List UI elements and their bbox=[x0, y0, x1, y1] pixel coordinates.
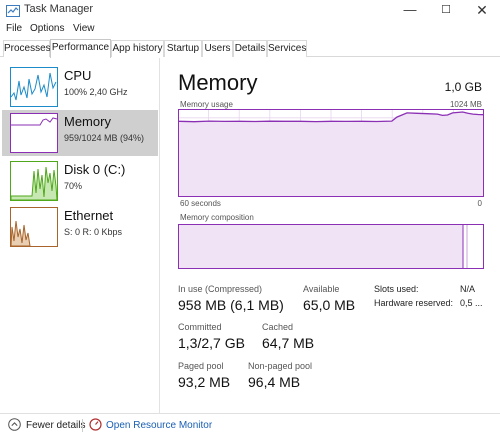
menu-bar: File Options View bbox=[0, 22, 500, 39]
sidebar-item-cpu[interactable]: CPU 100% 2,40 GHz bbox=[2, 64, 158, 110]
sidebar-sub-ethernet: S: 0 R: 0 Kbps bbox=[64, 227, 123, 237]
window-title: Task Manager bbox=[24, 3, 94, 15]
open-resource-monitor-link[interactable]: Open Resource Monitor bbox=[106, 420, 212, 431]
footer-bar: Fewer details Open Resource Monitor bbox=[0, 413, 500, 444]
memory-composition-bar bbox=[178, 224, 484, 269]
tab-processes[interactable]: Processes bbox=[3, 40, 51, 57]
minimize-button[interactable]: — bbox=[392, 0, 428, 22]
cpu-thumbnail-graph bbox=[10, 67, 58, 107]
maximize-button[interactable]: ☐ bbox=[428, 0, 464, 22]
sidebar-item-ethernet[interactable]: Ethernet S: 0 R: 0 Kbps bbox=[2, 204, 158, 250]
available-value: 65,0 MB bbox=[303, 297, 356, 313]
sidebar-sub-cpu: 100% 2,40 GHz bbox=[64, 87, 128, 97]
page-title: Memory bbox=[178, 70, 258, 95]
in-use-value: 958 MB (6,1 MB) bbox=[178, 297, 284, 313]
close-button[interactable]: ✕ bbox=[464, 0, 500, 22]
disk-thumbnail-graph bbox=[10, 161, 58, 201]
memory-thumbnail-graph bbox=[10, 113, 58, 153]
fewer-details-button[interactable]: Fewer details bbox=[26, 420, 85, 431]
usage-graph-label: Memory usage bbox=[180, 100, 233, 109]
sidebar-sub-memory: 959/1024 MB (94%) bbox=[64, 133, 145, 143]
chevron-up-icon[interactable] bbox=[8, 418, 21, 431]
memory-usage-chart bbox=[178, 109, 484, 197]
sidebar-item-memory[interactable]: Memory 959/1024 MB (94%) bbox=[2, 110, 158, 156]
tab-details[interactable]: Details bbox=[233, 40, 267, 57]
paged-pool-value: 93,2 MB bbox=[178, 374, 231, 390]
tab-startup[interactable]: Startup bbox=[164, 40, 202, 57]
memory-usage-area bbox=[179, 112, 483, 196]
memory-total: 1,0 GB bbox=[444, 80, 482, 94]
menu-options[interactable]: Options bbox=[30, 23, 64, 34]
cached-label: Cached bbox=[262, 322, 294, 332]
tab-services[interactable]: Services bbox=[267, 40, 307, 57]
hardware-reserved-value: 0,5 ... bbox=[460, 298, 483, 308]
time-axis-right: 0 bbox=[477, 199, 482, 208]
time-axis-left: 60 seconds bbox=[180, 199, 221, 208]
sidebar-item-disk[interactable]: Disk 0 (C:) 70% bbox=[2, 158, 158, 204]
sidebar-label-disk: Disk 0 (C:) bbox=[64, 162, 126, 177]
sidebar-sub-disk: 70% bbox=[64, 181, 83, 191]
committed-label: Committed bbox=[178, 322, 222, 332]
composition-label: Memory composition bbox=[180, 213, 254, 222]
ethernet-thumbnail-graph bbox=[10, 207, 58, 247]
non-paged-pool-label: Non-paged pool bbox=[248, 361, 313, 371]
slots-used-label: Slots used: bbox=[374, 284, 419, 294]
resource-monitor-icon bbox=[89, 418, 102, 431]
performance-sidebar: CPU 100% 2,40 GHz Memory 959/1024 MB (94… bbox=[0, 58, 160, 413]
sidebar-label-cpu: CPU bbox=[64, 68, 92, 83]
in-use-label: In use (Compressed) bbox=[178, 284, 263, 294]
sidebar-label-ethernet: Ethernet bbox=[64, 208, 114, 223]
cached-value: 64,7 MB bbox=[262, 335, 315, 351]
available-label: Available bbox=[303, 284, 340, 294]
title-bar: Task Manager — ☐ ✕ bbox=[0, 0, 500, 22]
paged-pool-label: Paged pool bbox=[178, 361, 224, 371]
non-paged-pool-value: 96,4 MB bbox=[248, 374, 301, 390]
usage-graph-max: 1024 MB bbox=[449, 100, 482, 109]
hardware-reserved-label: Hardware reserved: bbox=[374, 298, 454, 308]
footer-separator bbox=[82, 419, 83, 432]
slots-used-value: N/A bbox=[460, 284, 476, 294]
menu-view[interactable]: View bbox=[73, 23, 95, 34]
menu-file[interactable]: File bbox=[6, 23, 22, 34]
tab-performance[interactable]: Performance bbox=[50, 39, 111, 58]
sidebar-label-memory: Memory bbox=[64, 114, 111, 129]
committed-value: 1,3/2,7 GB bbox=[178, 335, 245, 351]
tab-app-history[interactable]: App history bbox=[111, 40, 164, 57]
task-manager-icon bbox=[6, 5, 20, 17]
tab-users[interactable]: Users bbox=[202, 40, 233, 57]
composition-in-use bbox=[179, 225, 463, 268]
tab-bar: Processes Performance App history Startu… bbox=[0, 39, 500, 58]
